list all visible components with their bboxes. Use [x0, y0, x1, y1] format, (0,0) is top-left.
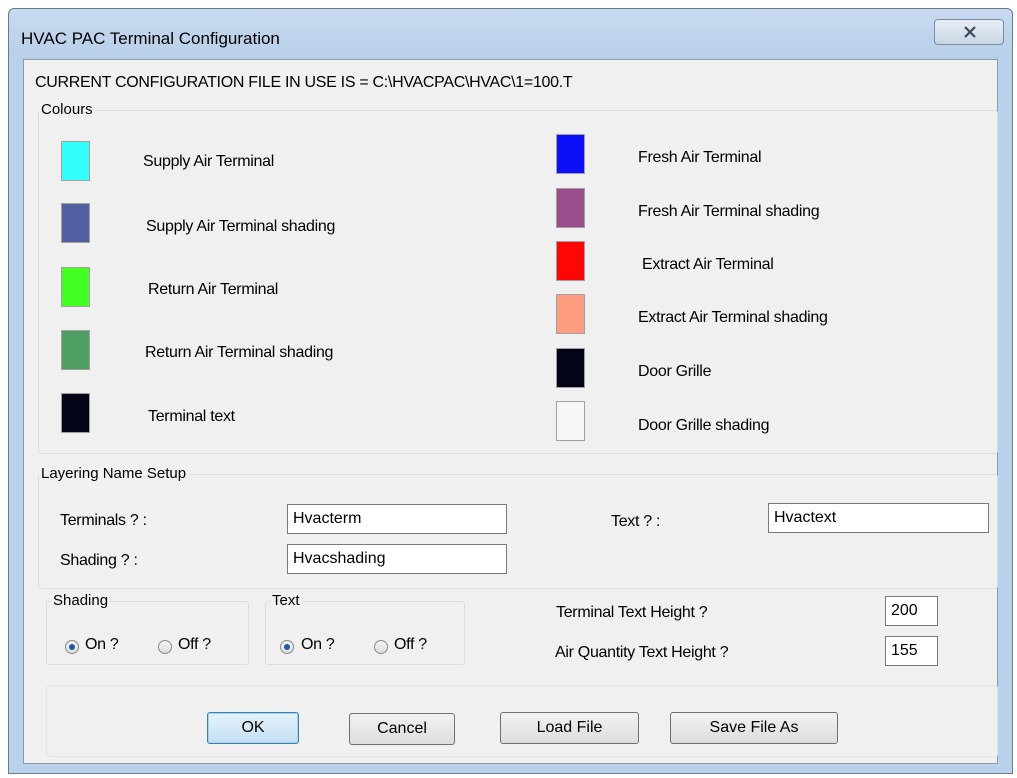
swatch-fresh-air-terminal[interactable]: [556, 134, 585, 174]
label-fresh-air-terminal: Fresh Air Terminal: [638, 149, 762, 166]
text-off-label: Off ?: [394, 636, 427, 653]
swatch-supply-air-terminal-shading[interactable]: [61, 203, 90, 243]
label-supply-air-terminal-shading: Supply Air Terminal shading: [146, 218, 336, 235]
dialog-window: HVAC PAC Terminal Configuration CURRENT …: [8, 8, 1013, 774]
shading-off-label: Off ?: [178, 636, 211, 653]
dialog-body: CURRENT CONFIGURATION FILE IN USE IS = C…: [23, 59, 998, 764]
swatch-fresh-air-terminal-shading[interactable]: [556, 188, 585, 228]
swatch-door-grille-shading[interactable]: [556, 401, 585, 441]
swatch-return-air-terminal[interactable]: [61, 267, 90, 307]
swatch-supply-air-terminal[interactable]: [61, 141, 90, 181]
cancel-button[interactable]: Cancel: [349, 713, 455, 745]
label-return-air-terminal-shading: Return Air Terminal shading: [145, 344, 334, 361]
swatch-extract-air-terminal-shading[interactable]: [556, 294, 585, 334]
close-x-icon: [964, 26, 976, 38]
shading-label: Shading ? :: [60, 552, 138, 569]
swatch-extract-air-terminal[interactable]: [556, 241, 585, 281]
terminals-label: Terminals ? :: [60, 512, 147, 529]
title-bar[interactable]: HVAC PAC Terminal Configuration: [9, 9, 1012, 59]
text-on-label: On ?: [301, 636, 335, 653]
layering-legend: Layering Name Setup: [39, 465, 189, 482]
shading-layer-input[interactable]: [287, 544, 507, 574]
label-fresh-air-terminal-shading: Fresh Air Terminal shading: [638, 203, 820, 220]
shading-off-radio[interactable]: [158, 640, 172, 654]
save-file-as-button[interactable]: Save File As: [670, 712, 838, 744]
terminal-text-height-input[interactable]: [885, 596, 938, 626]
air-quantity-text-height-input[interactable]: [885, 636, 938, 666]
text-on-radio[interactable]: [280, 640, 294, 654]
label-door-grille: Door Grille: [638, 363, 712, 380]
swatch-door-grille[interactable]: [556, 348, 585, 388]
label-door-grille-shading: Door Grille shading: [638, 417, 770, 434]
swatch-return-air-terminal-shading[interactable]: [61, 330, 90, 370]
colours-legend: Colours: [39, 101, 95, 118]
terminal-text-height-label: Terminal Text Height ?: [556, 604, 708, 621]
text-off-radio[interactable]: [374, 640, 388, 654]
text-layer-input[interactable]: [768, 503, 989, 533]
label-return-air-terminal: Return Air Terminal: [148, 281, 279, 298]
window-title: HVAC PAC Terminal Configuration: [21, 29, 280, 48]
close-button[interactable]: [934, 19, 1004, 45]
shading-group-legend: Shading: [51, 592, 111, 609]
text-group-legend: Text: [270, 592, 302, 609]
text-layer-label: Text ? :: [611, 513, 661, 530]
ok-button[interactable]: OK: [207, 712, 299, 744]
config-file-path: CURRENT CONFIGURATION FILE IN USE IS = C…: [35, 74, 573, 91]
load-file-button[interactable]: Load File: [500, 712, 639, 744]
label-extract-air-terminal: Extract Air Terminal: [642, 256, 774, 273]
shading-on-radio[interactable]: [65, 640, 79, 654]
terminals-layer-input[interactable]: [287, 504, 507, 534]
text-radio-group: Text: [265, 592, 465, 665]
shading-radio-group: Shading: [46, 592, 249, 665]
label-terminal-text: Terminal text: [148, 408, 235, 425]
swatch-terminal-text[interactable]: [61, 393, 90, 433]
air-quantity-text-height-label: Air Quantity Text Height ?: [555, 644, 729, 661]
shading-on-label: On ?: [85, 636, 119, 653]
label-extract-air-terminal-shading: Extract Air Terminal shading: [638, 309, 828, 326]
label-supply-air-terminal: Supply Air Terminal: [143, 153, 274, 170]
